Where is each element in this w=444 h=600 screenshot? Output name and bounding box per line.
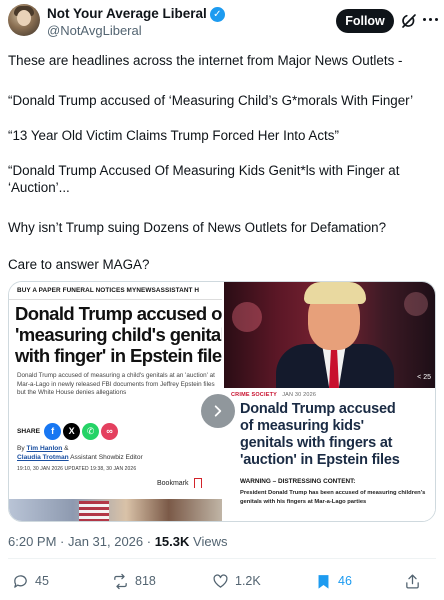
- facebook-icon: f: [44, 422, 62, 440]
- article-body-right: President Donald Trump has been accused …: [240, 490, 426, 505]
- article-headline-right: Donald Trump accused of measuring kids' …: [240, 401, 435, 469]
- grok-icon[interactable]: [400, 12, 418, 30]
- tweet-actions: 45 818 1.2K 46: [0, 568, 444, 594]
- trump-photo: < 25: [224, 282, 435, 388]
- author-handle[interactable]: @NotAvgLiberal: [47, 23, 142, 39]
- headline-line: genitals with fingers at: [240, 435, 393, 451]
- headline-line: 'auction' in Epstein files: [240, 452, 400, 468]
- like-count: 1.2K: [235, 574, 261, 588]
- article-tag-date: JAN 30 2026: [282, 392, 317, 398]
- byline-by: By: [17, 445, 25, 452]
- article-nav-bar: BUY A PAPER FUNERAL NOTICES MYNEWSASSIST…: [9, 282, 222, 300]
- avatar[interactable]: [8, 4, 40, 36]
- tweet-line: These are headlines across the internet …: [8, 53, 403, 68]
- tweet-line: “13 Year Old Victim Claims Trump Forced …: [8, 128, 339, 143]
- tweet-line: ‘Auction’...: [8, 180, 70, 195]
- flag-image: [79, 501, 109, 521]
- chevron-right-icon[interactable]: [201, 394, 235, 428]
- heart-icon: [213, 573, 228, 588]
- headline-line: of measuring kids': [240, 418, 364, 434]
- article-bookmark-icon: [193, 478, 202, 492]
- views-count: 15.3K: [154, 534, 190, 549]
- article-byline: By Tim Hanlon & Claudia Trotman Assistan…: [17, 445, 222, 462]
- article-right: CRIME SOCIETY JAN 30 2026 Donald Trump a…: [224, 388, 435, 521]
- article-dates: 19:10, 30 JAN 2026 UPDATED 19:38, 30 JAN…: [17, 466, 137, 472]
- headline-line: Donald Trump accused of: [15, 303, 222, 324]
- tweet-media-gallery[interactable]: BUY A PAPER FUNERAL NOTICES MYNEWSASSIST…: [8, 281, 436, 522]
- divider: [8, 558, 436, 559]
- reply-button[interactable]: 45: [12, 568, 49, 594]
- media-image-right[interactable]: < 25 CRIME SOCIETY JAN 30 2026 Donald Tr…: [224, 282, 435, 521]
- bookmark-count: 46: [338, 574, 352, 588]
- headline-line: with finger' in Epstein files: [15, 345, 222, 366]
- whatsapp-icon: ✆: [82, 422, 100, 440]
- reply-count: 45: [35, 574, 49, 588]
- article-tag-label: CRIME SOCIETY: [231, 392, 277, 398]
- link-icon: ∞: [101, 422, 119, 440]
- reply-icon: [14, 574, 27, 588]
- like-button[interactable]: 1.2K: [212, 568, 261, 594]
- byline-author-link: Tim Hanlon: [26, 445, 63, 452]
- share-icon: [406, 573, 419, 589]
- headline-line: 'measuring child's genitals: [15, 324, 222, 345]
- article-headline-left: Donald Trump accused of 'measuring child…: [15, 303, 222, 366]
- article-bookmark: Bookmark: [157, 478, 202, 492]
- x-icon: X: [63, 422, 81, 440]
- bookmark-icon: [318, 574, 329, 589]
- follow-button[interactable]: Follow: [336, 9, 394, 33]
- tweet-line: “Donald Trump accused of ‘Measuring Chil…: [8, 93, 414, 108]
- article-photo-strip: [9, 499, 222, 521]
- byline-author-link: Claudia Trotman: [17, 453, 69, 461]
- byline-role: Assistant Showbiz Editor: [70, 453, 143, 461]
- tweet-line: Why isn’t Trump suing Dozens of News Out…: [8, 220, 387, 235]
- repost-button[interactable]: 818: [112, 568, 156, 594]
- tweet-line: “Donald Trump Accused Of Measuring Kids …: [8, 163, 400, 178]
- share-label: SHARE: [17, 427, 41, 435]
- repost-count: 818: [135, 574, 156, 588]
- media-image-left[interactable]: BUY A PAPER FUNERAL NOTICES MYNEWSASSIST…: [9, 282, 222, 521]
- tweet-timestamp[interactable]: 6:20 PM · Jan 31, 2026 ·: [8, 534, 155, 549]
- article-standfirst: Donald Trump accused of measuring a chil…: [17, 372, 215, 396]
- tweet-line: Care to answer MAGA?: [8, 257, 150, 272]
- share-row: SHARE f X ✆ ∞: [17, 421, 119, 441]
- repost-icon: [114, 573, 127, 589]
- photo-count: < 25: [417, 374, 431, 381]
- share-button[interactable]: [404, 568, 421, 594]
- byline-amp: &: [64, 445, 69, 452]
- article-bookmark-label: Bookmark: [157, 479, 189, 487]
- more-options-icon[interactable]: [423, 18, 439, 24]
- content-warning: WARNING – DISTRESSING CONTENT:: [240, 478, 356, 485]
- author-display-name[interactable]: Not Your Average Liberal: [47, 6, 207, 22]
- article-tag: CRIME SOCIETY JAN 30 2026: [231, 392, 316, 398]
- tweet-header: Not Your Average Liberal ✓ @NotAvgLibera…: [0, 0, 444, 48]
- views-label: Views: [189, 534, 228, 549]
- tweet-meta: 6:20 PM · Jan 31, 2026 · 15.3K Views: [8, 534, 227, 550]
- verified-badge-icon: ✓: [209, 6, 225, 22]
- headline-line: Donald Trump accused: [240, 401, 396, 417]
- bookmark-button[interactable]: 46: [315, 568, 352, 594]
- author-display-name-row[interactable]: Not Your Average Liberal ✓: [47, 6, 225, 22]
